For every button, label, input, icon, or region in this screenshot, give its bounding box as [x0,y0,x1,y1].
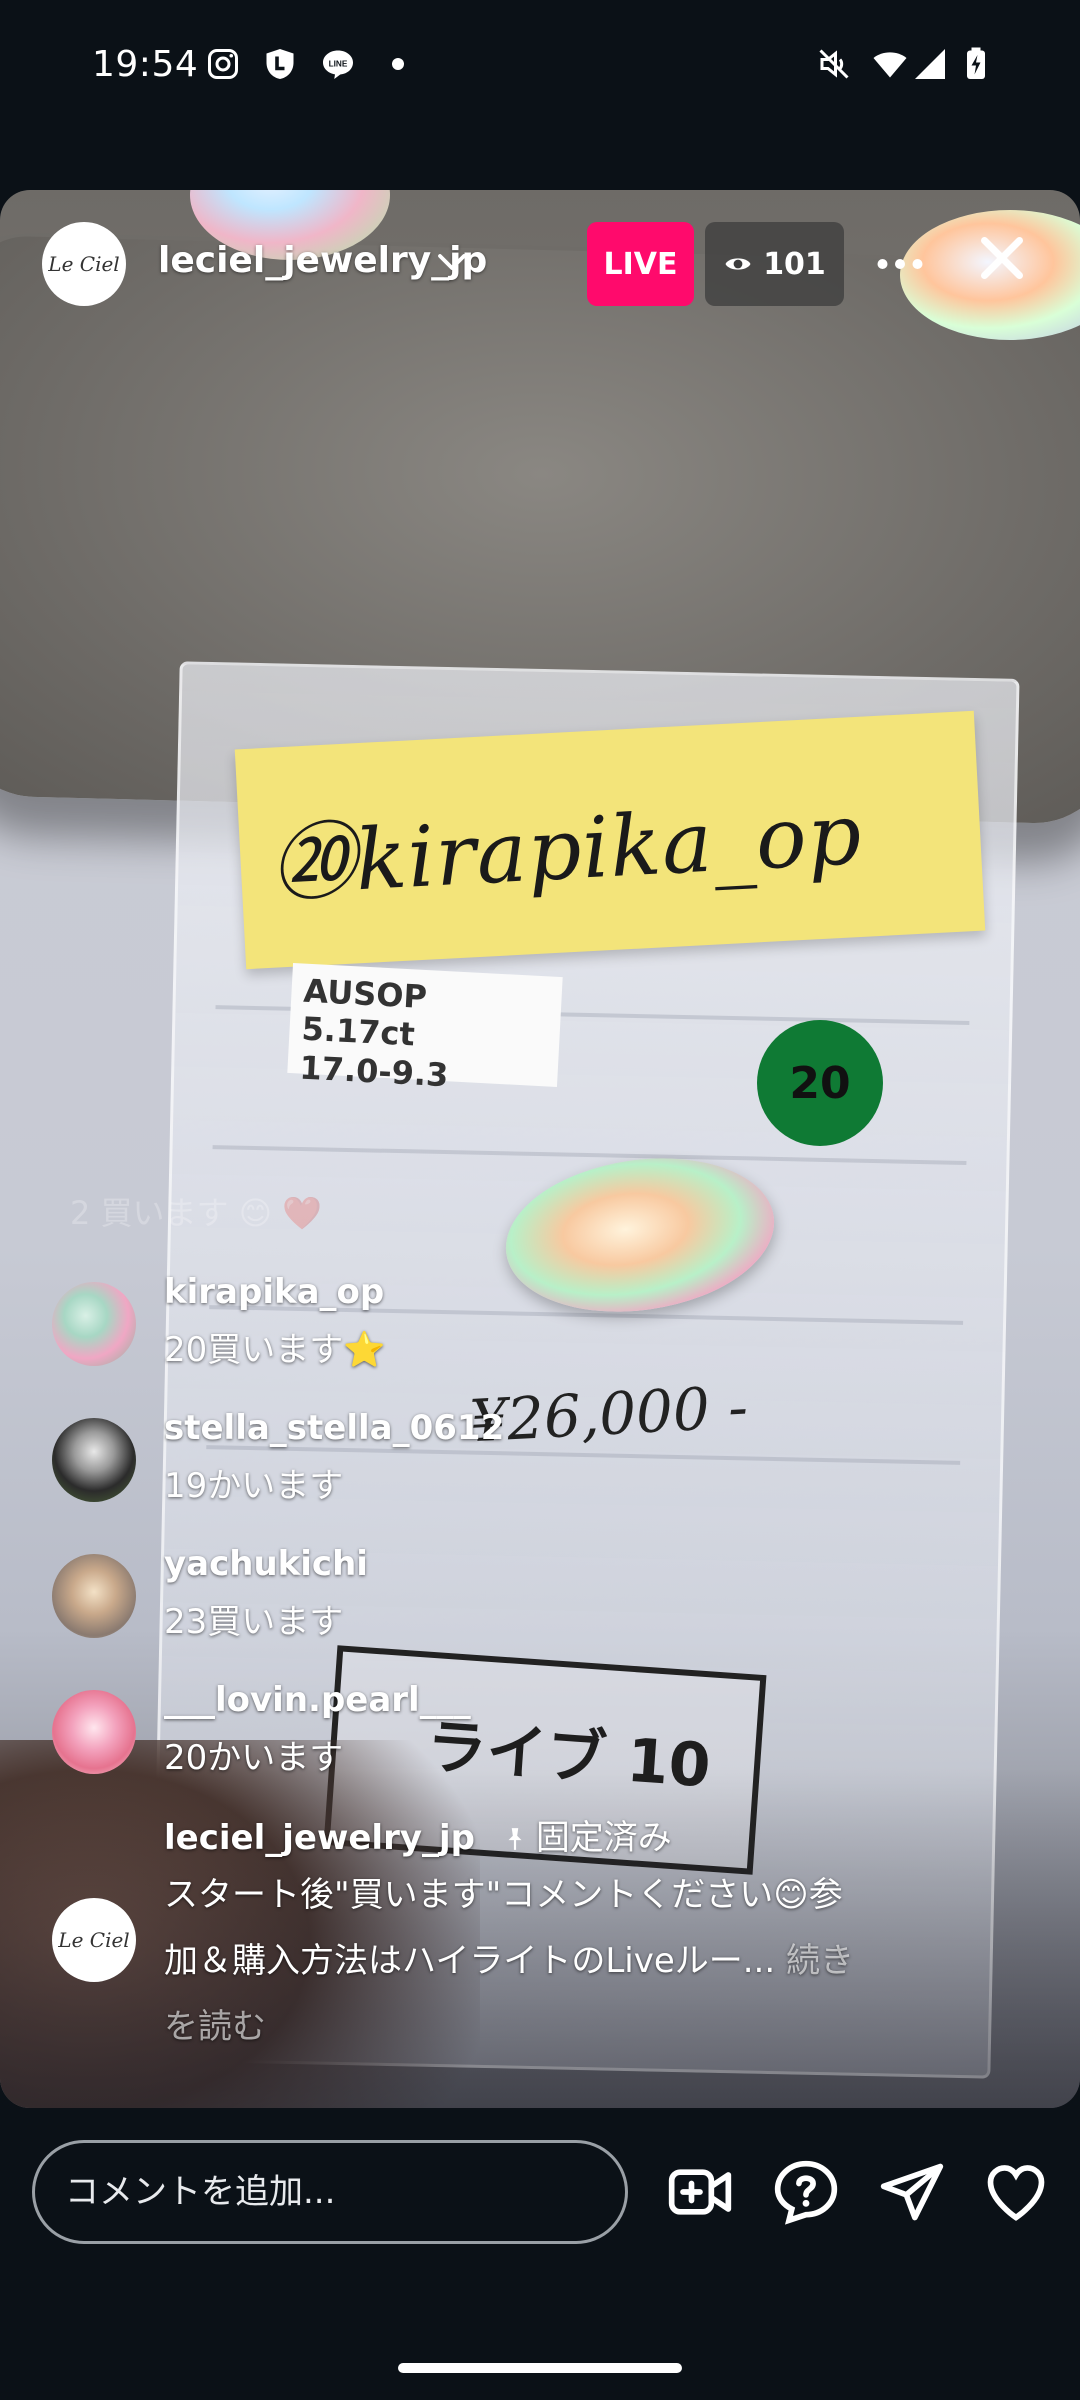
dot-icon [392,58,404,70]
bottom-bar [0,2108,1080,2278]
pinned-text: スタート後"買います"コメントください😊参 加＆購入方法はハイライトのLiveル… [164,1862,964,2060]
pin-icon [508,1828,522,1850]
avatar[interactable] [52,1554,136,1638]
avatar[interactable] [52,1690,136,1774]
wifi-icon [873,52,907,78]
status-bar: 19:54 LINE [0,0,1080,140]
avatar[interactable] [52,1418,136,1502]
comment-input[interactable] [32,2140,628,2244]
heart-icon[interactable] [982,2158,1050,2226]
live-header: Le Ciel leciel_jewelry_jp LIVE 101 [0,190,1080,340]
number-sticker: 20 [757,1020,883,1146]
svg-text:LINE: LINE [329,59,348,68]
pinned-label-text: 固定済み [535,1818,672,1858]
more-options-icon[interactable] [870,234,930,294]
faded-comment: 2 買います 😊 ❤️ [70,1194,323,1232]
viewer-count: 101 [763,246,826,282]
pinned-text-line2-body: 加＆購入方法はハイライトのLiveルー... [164,1941,776,1981]
instagram-icon [208,49,238,79]
close-icon[interactable] [972,228,1032,288]
host-avatar[interactable]: Le Ciel [42,222,126,306]
question-icon[interactable] [772,2158,840,2226]
pinned-label: 固定済み [502,1818,672,1858]
avatar[interactable] [52,1282,136,1366]
signal-icon [915,49,945,79]
line-icon: LINE [323,50,353,79]
comment-text: 20かいます [164,1738,344,1778]
pinned-text-line2: 加＆購入方法はハイライトのLiveルー... 続き [164,1928,964,1994]
price-text: ¥26,000 - [468,1372,750,1456]
viewer-count-badge[interactable]: 101 [705,222,844,306]
comment-username[interactable]: stella_stella_0612 [164,1408,504,1448]
comment-username[interactable]: kirapika_op [164,1272,384,1312]
battery-charging-icon [967,47,985,79]
chevron-down-icon[interactable] [434,244,470,280]
comment-username[interactable]: ___lovin.pearl___ [164,1680,471,1720]
stone-label-line1: AUSOP 5.17ct [300,971,428,1054]
mute-icon [819,49,849,79]
sticky-note: ⑳kirapika_op [234,710,986,970]
pinned-text-line1: スタート後"買います"コメントください😊参 [164,1875,843,1915]
eye-icon [725,258,751,270]
pinned-username[interactable]: leciel_jewelry_jp [164,1818,475,1858]
sticky-note-text: ⑳kirapika_op [268,784,865,914]
stone-label: AUSOP 5.17ct 17.0-9.3 [287,963,563,1094]
pinned-header: leciel_jewelry_jp 固定済み [164,1810,672,1859]
read-more-link-cont[interactable]: を読む [164,1994,964,2060]
read-more-link[interactable]: 続き [786,1941,854,1981]
share-icon[interactable] [878,2158,946,2226]
shield-l-icon [266,49,294,79]
status-time: 19:54 [92,44,199,85]
comment-text: 23買います [164,1602,344,1642]
add-video-guest-icon[interactable] [666,2158,734,2226]
avatar[interactable]: Le Ciel [52,1898,136,1982]
comment-username[interactable]: yachukichi [164,1544,368,1584]
comment-text: 19かいます [164,1466,344,1506]
live-badge: LIVE [587,222,694,306]
comment-text: 20買います⭐ [164,1330,386,1370]
home-indicator[interactable] [398,2363,682,2373]
